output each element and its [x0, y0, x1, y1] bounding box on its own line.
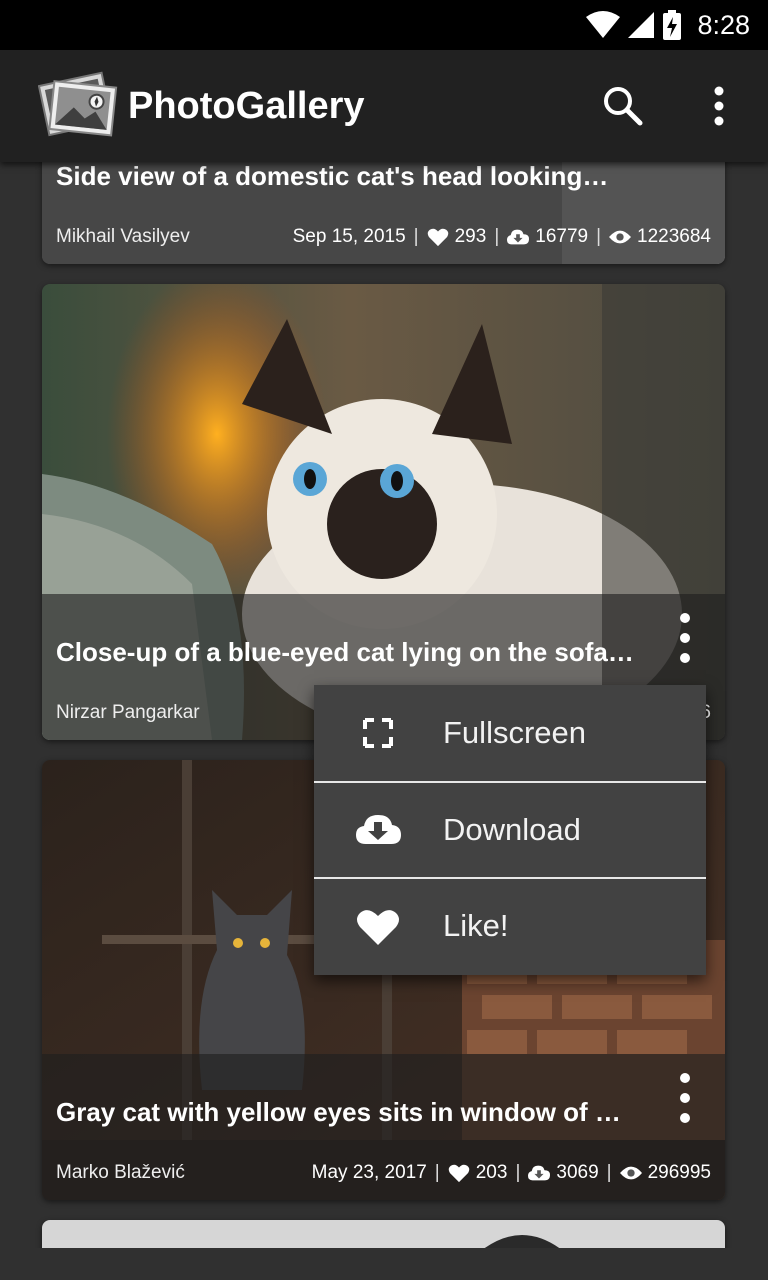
heart-icon [357, 910, 399, 945]
stats-separator: | [494, 226, 500, 247]
menu-item-label: Like! [443, 908, 509, 943]
photo-stack-logo-icon [38, 71, 118, 137]
photo-card[interactable]: Close-up of a blue-eyed cat lying on the… [42, 284, 725, 740]
download-count: 16779 [535, 226, 589, 247]
battery-charging-icon [663, 10, 682, 40]
cloud-download-icon [356, 815, 401, 844]
stats-separator: | [606, 1162, 612, 1183]
photo-author[interactable]: Nirzar Pangarkar [56, 702, 200, 724]
menu-item-fullscreen[interactable]: Fullscreen [314, 685, 706, 781]
photo-date: Sep 15, 2015 [292, 226, 406, 247]
photo-stats: Sep 15, 2015 | 293 | 16779 | 1223684 [293, 226, 711, 248]
photo-title: Close-up of a blue-eyed cat lying on the… [56, 637, 634, 667]
status-icons [585, 9, 683, 41]
view-count: 296995 [647, 1162, 711, 1183]
heart-icon [448, 1164, 469, 1183]
stats-separator: | [413, 226, 419, 247]
cloud-download-icon [507, 229, 530, 245]
eye-icon [619, 1166, 642, 1180]
eye-icon [609, 230, 632, 244]
photo-card[interactable] [42, 1220, 725, 1248]
menu-item-label: Download [443, 812, 581, 847]
photo-date: May 23, 2017 [311, 1162, 427, 1183]
app-bar: PhotoGallery [0, 50, 768, 162]
photo-author[interactable]: Marko Blažević [56, 1162, 185, 1184]
stats-separator: | [434, 1162, 440, 1183]
stats-separator: | [596, 226, 602, 247]
photo-author[interactable]: Mikhail Vasilyev [56, 226, 190, 248]
stats-separator: | [515, 1162, 521, 1183]
menu-item-download[interactable]: Download [314, 781, 706, 877]
heart-icon [427, 228, 448, 247]
photo-title: Gray cat with yellow eyes sits in window… [56, 1097, 636, 1127]
more-vert-icon[interactable] [673, 162, 697, 188]
photo-image [42, 1220, 725, 1248]
more-vert-icon[interactable] [673, 1072, 697, 1124]
photo-title: Side view of a domestic cat's head looki… [56, 162, 609, 191]
like-count: 293 [454, 226, 487, 247]
fullscreen-icon [363, 718, 393, 748]
download-count: 3069 [556, 1162, 599, 1183]
like-count: 203 [475, 1162, 508, 1183]
wifi-icon [586, 11, 621, 38]
status-bar: 8:28 [0, 0, 768, 50]
cell-signal-icon [628, 12, 655, 38]
cloud-download-icon [528, 1165, 551, 1181]
more-vert-icon[interactable] [700, 83, 738, 129]
photo-card[interactable]: Side view of a domestic cat's head looki… [42, 162, 725, 264]
view-count: 1223684 [637, 226, 711, 247]
menu-item-label: Fullscreen [443, 715, 586, 750]
status-time: 8:28 [697, 9, 750, 40]
photo-context-menu: Fullscreen Download Like! [314, 685, 706, 975]
photo-stats: May 23, 2017 | 203 | 3069 | 296995 [312, 1162, 711, 1184]
app-title: PhotoGallery [128, 85, 365, 127]
menu-item-like[interactable]: Like! [314, 877, 706, 973]
more-vert-icon[interactable] [673, 612, 697, 664]
search-icon[interactable] [600, 83, 646, 129]
